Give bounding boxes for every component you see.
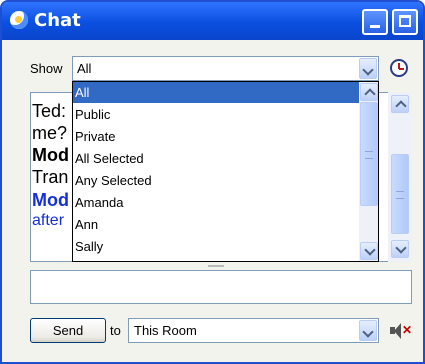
chat-message-line: Mod (32, 145, 69, 165)
dropdown-option[interactable]: All (73, 82, 359, 103)
recipient-select[interactable]: This Room (128, 318, 379, 343)
chat-log-scrollbar[interactable] (388, 92, 412, 262)
to-label: to (110, 323, 121, 338)
window-title: Chat (34, 10, 81, 31)
title-bar[interactable]: Chat (2, 2, 423, 40)
speaker-muted-icon[interactable]: ✕ (390, 322, 413, 340)
scroll-thumb[interactable] (391, 154, 409, 234)
show-dropdown-arrow-icon[interactable] (359, 58, 377, 79)
dropdown-scroll-down-icon[interactable] (360, 242, 378, 260)
show-filter-select[interactable]: All (72, 56, 379, 81)
scroll-up-arrow-icon[interactable] (391, 95, 409, 113)
recipient-selected-value: This Room (134, 323, 197, 338)
chat-message-line: after (32, 212, 65, 229)
maximize-button[interactable] (392, 9, 418, 35)
chat-message-line: me? (32, 123, 68, 143)
show-dropdown-list: All Public Private All Selected Any Sele… (72, 81, 379, 262)
minimize-button[interactable] (362, 9, 388, 35)
dropdown-option[interactable]: All Selected (73, 148, 359, 169)
dropdown-scrollbar[interactable] (359, 82, 378, 261)
chat-message-line: Tran (32, 167, 69, 187)
chat-window: Chat Show All Ted: me? Mod Tran Mod afte… (0, 0, 425, 364)
show-label: Show (30, 61, 63, 76)
dropdown-option[interactable]: Sally (73, 236, 359, 257)
clock-icon[interactable] (390, 59, 408, 77)
dropdown-scroll-up-icon[interactable] (360, 83, 378, 101)
scroll-down-arrow-icon[interactable] (391, 240, 409, 258)
dropdown-option[interactable]: Private (73, 126, 359, 147)
speaker-cone (394, 323, 401, 339)
dropdown-scroll-thumb[interactable] (360, 102, 378, 206)
pane-splitter-handle[interactable] (30, 263, 412, 269)
show-selected-value: All (77, 61, 92, 76)
dropdown-option[interactable]: Amanda (73, 192, 359, 213)
chat-message-line: Ted: (32, 101, 67, 121)
dropdown-option[interactable]: Ann (73, 214, 359, 235)
recipient-dropdown-arrow-icon[interactable] (359, 320, 377, 341)
message-input[interactable] (30, 270, 412, 304)
chat-icon (10, 11, 28, 29)
chat-message-line: Mod (32, 190, 69, 210)
send-button[interactable]: Send (30, 318, 106, 343)
mute-mark: ✕ (402, 323, 413, 337)
dropdown-option[interactable]: Public (73, 104, 359, 125)
dropdown-option[interactable]: Any Selected (73, 170, 359, 191)
